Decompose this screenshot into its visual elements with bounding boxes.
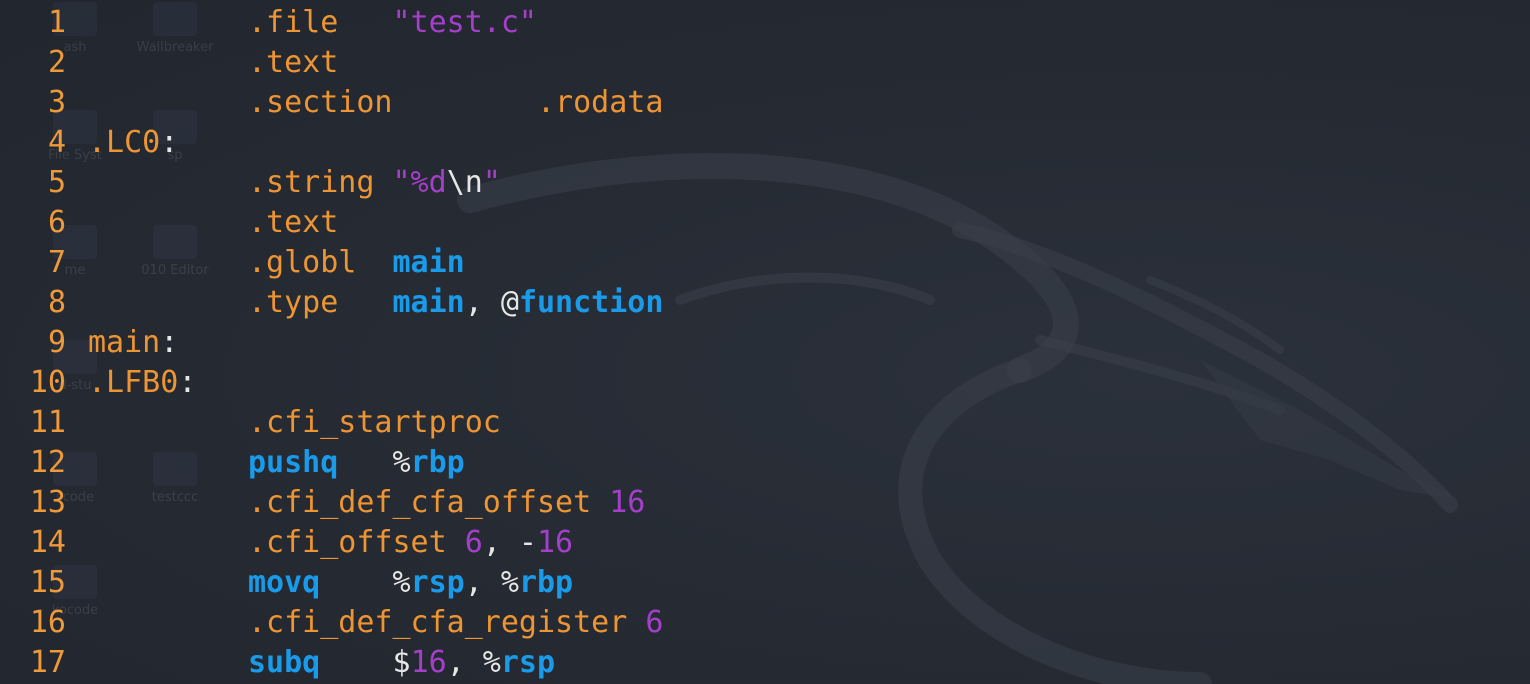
register-token: rbp [518, 565, 574, 600]
keyword-token: function [518, 285, 664, 320]
escape-token: \n [446, 165, 483, 200]
number-token: 6 [464, 525, 483, 560]
code-text: .text [248, 203, 338, 243]
code-text: pushq %rbp [248, 443, 465, 483]
line-number: 1 [47, 5, 66, 40]
label-token: .LC0 [88, 125, 161, 160]
code-line: 8 .type main, @function [0, 283, 664, 323]
code-line: 13 .cfi_def_cfa_offset 16 [0, 483, 645, 523]
directive-token: .type [248, 285, 393, 320]
punctuation-token: , @ [464, 285, 519, 320]
directive-token: .cfi_startproc [248, 405, 501, 440]
code-line: 14 .cfi_offset 6, -16 [0, 523, 573, 563]
register-token: rsp [500, 645, 556, 680]
directive-token: .file [248, 5, 393, 40]
code-text: .cfi_offset 6, -16 [248, 523, 573, 563]
line-number: 2 [47, 45, 66, 80]
punctuation-token: , % [446, 645, 501, 680]
code-line: 6 .text [0, 203, 338, 243]
register-token: rbp [410, 445, 465, 480]
punctuation-token: % [320, 565, 411, 600]
code-line: 3 .section .rodata [0, 83, 663, 123]
line-number: 6 [47, 205, 66, 240]
register-token: rsp [410, 565, 465, 600]
assembly-code-editor[interactable]: 1 .file "test.c" 2 .text 3 .section .rodata… [0, 0, 1530, 684]
line-number: 17 [29, 645, 66, 680]
code-text: .globl main [248, 243, 465, 283]
number-token: 16 [410, 645, 447, 680]
line-number: 16 [29, 605, 66, 640]
directive-token: .text [248, 45, 339, 80]
code-line: 4 .LC0: [0, 123, 178, 163]
string-token: "test.c" [392, 5, 538, 40]
code-text: .text [248, 43, 338, 83]
code-label: .LFB0: [88, 363, 196, 403]
directive-token: .section .rodata [248, 85, 664, 120]
code-text: .cfi_def_cfa_register 6 [248, 603, 663, 643]
directive-token: .globl [248, 245, 393, 280]
line-number: 3 [47, 85, 66, 120]
code-line: 5 .string "%d\n" [0, 163, 501, 203]
code-line: 11 .cfi_startproc [0, 403, 501, 443]
instruction-token: subq [248, 645, 321, 680]
directive-token: .cfi_offset [248, 525, 465, 560]
line-number: 14 [29, 525, 66, 560]
line-number: 15 [29, 565, 66, 600]
punctuation-token: : [160, 125, 179, 160]
line-number: 11 [29, 405, 66, 440]
number-token: 16 [609, 485, 646, 520]
punctuation-token: % [338, 445, 411, 480]
punctuation-token: , - [482, 525, 537, 560]
code-line: 12 pushq %rbp [0, 443, 465, 483]
line-number: 10 [29, 365, 66, 400]
code-text: subq $16, %rsp [248, 643, 555, 683]
code-text: .type main, @function [248, 283, 663, 323]
punctuation-token: : [160, 325, 179, 360]
code-line: 17 subq $16, %rsp [0, 643, 555, 683]
directive-token: .string [248, 165, 393, 200]
code-text: .cfi_def_cfa_offset 16 [248, 483, 645, 523]
directive-token: .cfi_def_cfa_register [248, 605, 646, 640]
number-token: 6 [645, 605, 664, 640]
code-label: .LC0: [88, 123, 178, 163]
code-line: 15 movq %rsp, %rbp [0, 563, 573, 603]
label-token: main [88, 325, 161, 360]
string-token: " [482, 165, 501, 200]
directive-token: .cfi_def_cfa_offset [248, 485, 610, 520]
code-text: .section .rodata [248, 83, 663, 123]
instruction-token: movq [248, 565, 321, 600]
line-number: 5 [47, 165, 66, 200]
code-text: movq %rsp, %rbp [248, 563, 573, 603]
line-number: 8 [47, 285, 66, 320]
line-number: 4 [47, 125, 66, 160]
string-token: "%d [392, 165, 447, 200]
code-line: 1 .file "test.c" [0, 3, 537, 43]
keyword-token: main [392, 245, 465, 280]
line-number: 9 [47, 325, 66, 360]
code-line: 16 .cfi_def_cfa_register 6 [0, 603, 664, 643]
code-line: 9 main: [0, 323, 178, 363]
line-number: 12 [29, 445, 66, 480]
code-text: .cfi_startproc [248, 403, 501, 443]
code-text: .file "test.c" [248, 3, 537, 43]
punctuation-token: $ [320, 645, 411, 680]
punctuation-token: : [178, 365, 197, 400]
line-number: 13 [29, 485, 66, 520]
number-token: 16 [537, 525, 574, 560]
label-token: .LFB0 [88, 365, 179, 400]
line-number: 7 [47, 245, 66, 280]
code-line: 7 .globl main [0, 243, 465, 283]
punctuation-token: , % [464, 565, 519, 600]
code-label: main: [88, 323, 178, 363]
code-text: .string "%d\n" [248, 163, 501, 203]
code-line: 2 .text [0, 43, 338, 83]
code-line: 10 .LFB0: [0, 363, 197, 403]
keyword-token: main [392, 285, 465, 320]
instruction-token: pushq [248, 445, 339, 480]
directive-token: .text [248, 205, 339, 240]
